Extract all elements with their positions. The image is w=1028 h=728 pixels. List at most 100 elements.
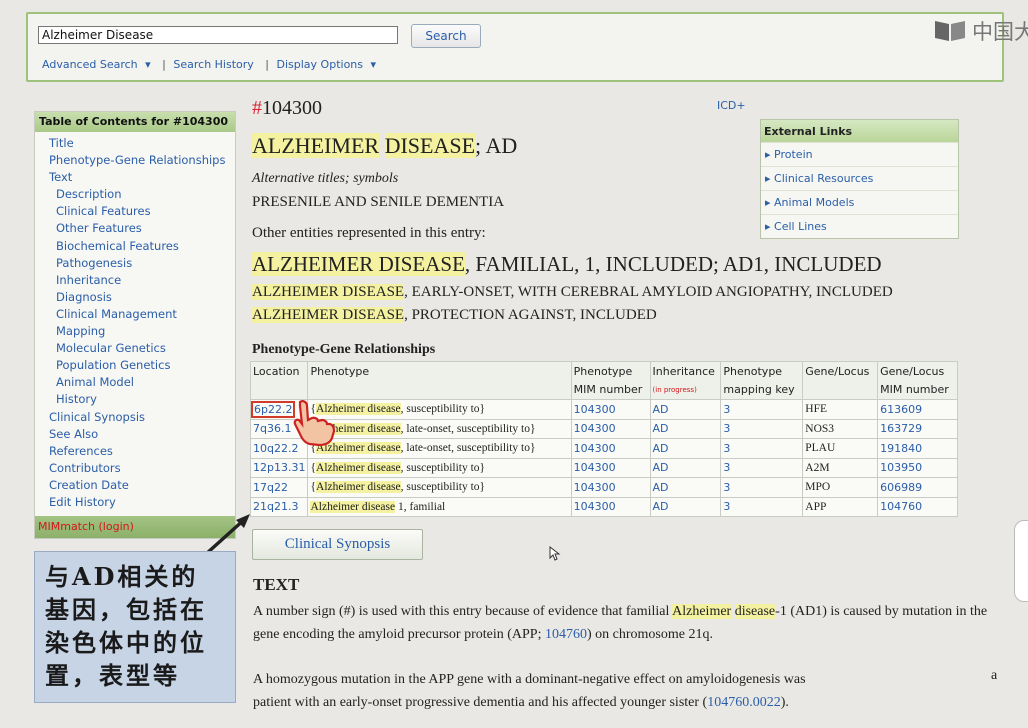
title-rest: ; AD <box>475 133 518 158</box>
search-panel: Search Advanced Search ▾ | Search Histor… <box>26 12 1004 82</box>
app-gene-link[interactable]: 104760 <box>545 627 587 642</box>
location-link[interactable]: 12p13.31 <box>249 457 309 478</box>
col-phenotype-mim: Phenotype MIM number <box>570 361 651 400</box>
book-icon <box>935 21 965 41</box>
toc-item-other-features[interactable]: Other Features <box>35 220 235 237</box>
search-history-link[interactable]: Search History <box>173 58 253 71</box>
mim-number-value: 104300 <box>262 97 322 119</box>
side-panel-edge <box>1014 520 1028 602</box>
phenotype-mim-link[interactable]: 104300 <box>570 418 651 439</box>
phenotype-mim-link[interactable]: 104300 <box>570 496 651 517</box>
toc-header: Table of Contents for #104300 <box>35 112 235 132</box>
table-row: 21q21.3 Alzheimer disease 1, familial 1043… <box>249 496 958 517</box>
inheritance-link[interactable]: AD <box>649 477 722 498</box>
pgr-table: Location Phenotype Phenotype MIM number I… <box>249 361 958 517</box>
phenotype-mim-link[interactable]: 104300 <box>570 438 651 459</box>
gene-locus-cell: APP <box>802 496 879 517</box>
included-entity: ALZHEIMER DISEASE, EARLY-ONSET, WITH CER… <box>252 284 893 300</box>
gene-mim-link[interactable]: 104760 <box>877 496 958 517</box>
inheritance-link[interactable]: AD <box>649 418 722 439</box>
toc-item-population-genetics[interactable]: Population Genetics <box>35 357 235 374</box>
toc-item-pathogenesis[interactable]: Pathogenesis <box>35 255 235 272</box>
gene-mim-link[interactable]: 606989 <box>877 477 958 498</box>
gene-mim-link[interactable]: 191840 <box>877 438 958 459</box>
col-mapping-key: Phenotype mapping key <box>720 361 804 400</box>
annotation-box: 与AD相关的 基因，包括在 染色体中的位 置，表型等 <box>34 551 236 703</box>
watermark: 中国大 <box>934 16 1028 44</box>
phenotype-mim-link[interactable]: 104300 <box>570 477 651 498</box>
toc-item-mapping[interactable]: Mapping <box>35 323 235 340</box>
toc-item-phenotype-gene-relationships[interactable]: Phenotype-Gene Relationships <box>35 152 235 169</box>
mapping-key-link[interactable]: 3 <box>720 457 804 478</box>
location-link[interactable]: 17q22 <box>249 477 309 498</box>
external-link-animal-models[interactable]: ▸ Animal Models <box>761 190 958 214</box>
gene-mim-link[interactable]: 163729 <box>877 418 958 439</box>
text-paragraph: A homozygous mutation in the APP gene wi… <box>253 672 806 710</box>
phenotype-mim-link[interactable]: 104300 <box>570 457 651 478</box>
gene-locus-cell: NOS3 <box>802 418 879 439</box>
table-row: 7q36.1{Alzheimer disease, late-onset, su… <box>249 418 958 439</box>
toc-item-clinical-management[interactable]: Clinical Management <box>35 306 235 323</box>
number-sign: # <box>252 97 262 119</box>
mapping-key-link[interactable]: 3 <box>720 496 804 517</box>
inheritance-link[interactable]: AD <box>649 496 722 517</box>
phenotype-mim-link[interactable]: 104300 <box>570 399 651 420</box>
toc-item-title[interactable]: Title <box>35 135 235 152</box>
mapping-key-link[interactable]: 3 <box>720 477 804 498</box>
toc-item-molecular-genetics[interactable]: Molecular Genetics <box>35 340 235 357</box>
col-gene-locus: Gene/Locus <box>802 361 879 400</box>
toc-item-diagnosis[interactable]: Diagnosis <box>35 289 235 306</box>
search-input[interactable] <box>38 26 398 44</box>
external-link-cell-lines[interactable]: ▸ Cell Lines <box>761 214 958 238</box>
toc-item-edit-history[interactable]: Edit History <box>35 494 235 511</box>
phenotype-cell: {Alzheimer disease, susceptibility to} <box>307 477 572 498</box>
clinical-synopsis-button[interactable]: Clinical Synopsis <box>252 529 423 560</box>
inheritance-link[interactable]: AD <box>649 399 722 420</box>
external-link-clinical-resources[interactable]: ▸ Clinical Resources <box>761 166 958 190</box>
hand-pointer-icon <box>293 400 336 446</box>
toc-item-biochemical-features[interactable]: Biochemical Features <box>35 238 235 255</box>
toc-item-see-also[interactable]: See Also <box>35 426 235 443</box>
annotation-line: 置，表型等 <box>45 661 180 690</box>
toc-item-animal-model[interactable]: Animal Model <box>35 374 235 391</box>
toc-item-clinical-features[interactable]: Clinical Features <box>35 203 235 220</box>
mapping-key-link[interactable]: 3 <box>720 418 804 439</box>
toc-item-references[interactable]: References <box>35 443 235 460</box>
mim-number: #104300 <box>252 97 322 120</box>
title-highlight: ALZHEIMER <box>252 133 380 158</box>
toc-item-description[interactable]: Description <box>35 186 235 203</box>
search-button[interactable]: Search <box>411 24 481 48</box>
toc-item-text[interactable]: Text <box>35 169 235 186</box>
other-entities-label: Other entities represented in this entry… <box>252 225 486 241</box>
toc-item-inheritance[interactable]: Inheritance <box>35 272 235 289</box>
display-options-link[interactable]: Display Options ▾ <box>277 58 377 71</box>
watermark-text: 中国大 <box>972 20 1028 44</box>
toc-item-creation-date[interactable]: Creation Date <box>35 477 235 494</box>
mapping-key-link[interactable]: 3 <box>720 399 804 420</box>
col-inheritance: Inheritance (in progress) <box>649 361 722 400</box>
gene-mim-link[interactable]: 613609 <box>877 399 958 420</box>
annotation-line: 与AD相关的 <box>45 562 199 591</box>
location-link[interactable]: 21q21.3 <box>249 496 309 517</box>
advanced-search-link[interactable]: Advanced Search ▾ <box>42 58 151 71</box>
gene-locus-cell: HFE <box>802 399 879 420</box>
included-entity: ALZHEIMER DISEASE, PROTECTION AGAINST, I… <box>252 307 657 323</box>
external-link-protein[interactable]: ▸ Protein <box>761 142 958 166</box>
annotation-line: 基因，包括在 <box>45 595 207 624</box>
toc-item-clinical-synopsis[interactable]: Clinical Synopsis <box>35 409 235 426</box>
toc-item-history[interactable]: History <box>35 391 235 408</box>
toc-list: Title Phenotype-Gene Relationships Text Des… <box>35 132 235 511</box>
phenotype-cell: Alzheimer disease 1, familial <box>307 496 572 517</box>
mapping-key-link[interactable]: 3 <box>720 438 804 459</box>
inheritance-link[interactable]: AD <box>649 457 722 478</box>
alt-titles-label: Alternative titles; symbols <box>252 171 399 186</box>
text-fragment: a <box>991 668 998 683</box>
icd-link[interactable]: ICD+ <box>717 99 746 112</box>
phenotype-cell: {Alzheimer disease, late-onset, suscepti… <box>307 418 572 439</box>
toc-item-contributors[interactable]: Contributors <box>35 460 235 477</box>
gene-locus-cell: PLAU <box>802 438 879 459</box>
gene-mim-link[interactable]: 103950 <box>877 457 958 478</box>
inheritance-link[interactable]: AD <box>649 438 722 459</box>
allelic-variant-link[interactable]: 104760.0022 <box>707 695 781 710</box>
location-highlight-box: 6p22.2 <box>251 400 296 418</box>
